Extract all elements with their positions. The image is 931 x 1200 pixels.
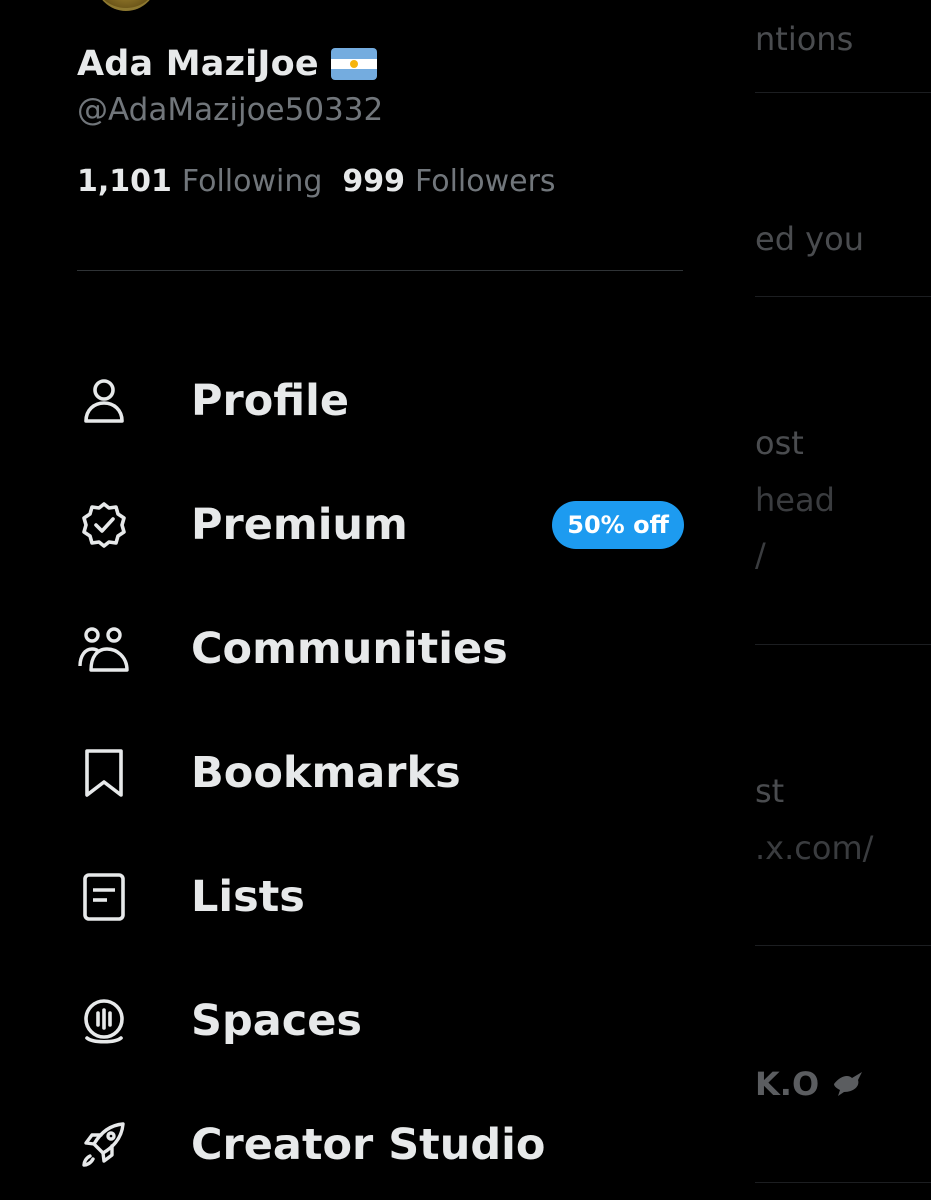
discount-badge: 50% off [552, 501, 684, 549]
menu-item-label: Creator Studio [191, 1120, 546, 1170]
person-icon [76, 373, 132, 429]
profile-handle: @AdaMazijoe50332 [77, 92, 384, 128]
bg-divider [755, 945, 931, 946]
people-icon [76, 621, 132, 677]
followers-label: Followers [415, 164, 556, 199]
bg-divider [755, 644, 931, 645]
display-name[interactable]: Ada MaziJoe [77, 44, 319, 84]
bg-divider [755, 92, 931, 93]
bg-fragment: ost [755, 424, 804, 462]
followers-count: 999 [342, 164, 406, 199]
bg-fragment-mentions-tab[interactable]: ntions [755, 20, 853, 58]
bookmark-icon [76, 745, 132, 801]
follow-stats: 1,101 Following 999 Followers [77, 164, 576, 199]
bg-fragment: K.O [755, 1065, 866, 1106]
verified-badge-icon [76, 497, 132, 553]
bg-fragment: .x.com/ [755, 829, 874, 867]
argentina-flag-icon [330, 48, 377, 80]
avatar[interactable] [95, 0, 157, 11]
menu-item-creator-studio[interactable]: Creator Studio [76, 1105, 688, 1185]
microphone-icon [76, 993, 132, 1049]
menu-item-label: Profile [191, 376, 350, 426]
following-count: 1,101 [77, 164, 172, 199]
list-icon [76, 869, 132, 925]
bg-divider [755, 296, 931, 297]
menu-item-bookmarks[interactable]: Bookmarks [76, 733, 688, 813]
menu-item-profile[interactable]: Profile [76, 361, 688, 441]
following-link[interactable]: 1,101 Following [77, 164, 342, 199]
following-label: Following [181, 164, 323, 199]
followers-link[interactable]: 999 Followers [342, 164, 575, 199]
bg-divider [755, 1182, 931, 1183]
bg-fragment: head [755, 481, 835, 519]
bg-fragment: / [755, 536, 766, 574]
background-feed: ntions ed you ost head / st .x.com/ K.O [755, 0, 931, 1200]
bg-fragment: ed you [755, 220, 864, 258]
profile-name-row: Ada MaziJoe [77, 44, 377, 84]
section-divider [77, 270, 683, 271]
menu-item-label: Spaces [191, 996, 363, 1046]
menu-item-label: Premium [191, 500, 408, 550]
menu-item-label: Lists [191, 872, 305, 922]
menu-item-lists[interactable]: Lists [76, 857, 688, 937]
menu-item-spaces[interactable]: Spaces [76, 981, 688, 1061]
menu-item-label: Communities [191, 624, 508, 674]
rocket-icon [76, 1117, 132, 1173]
menu-item-premium[interactable]: Premium 50% off [76, 485, 688, 565]
menu-item-label: Bookmarks [191, 748, 461, 798]
bg-fragment: st [755, 772, 785, 810]
menu-item-communities[interactable]: Communities [76, 609, 688, 689]
navigation-drawer: Ada MaziJoe @AdaMazijoe50332 1,101 Follow… [0, 0, 755, 1200]
dove-icon [830, 1066, 866, 1106]
